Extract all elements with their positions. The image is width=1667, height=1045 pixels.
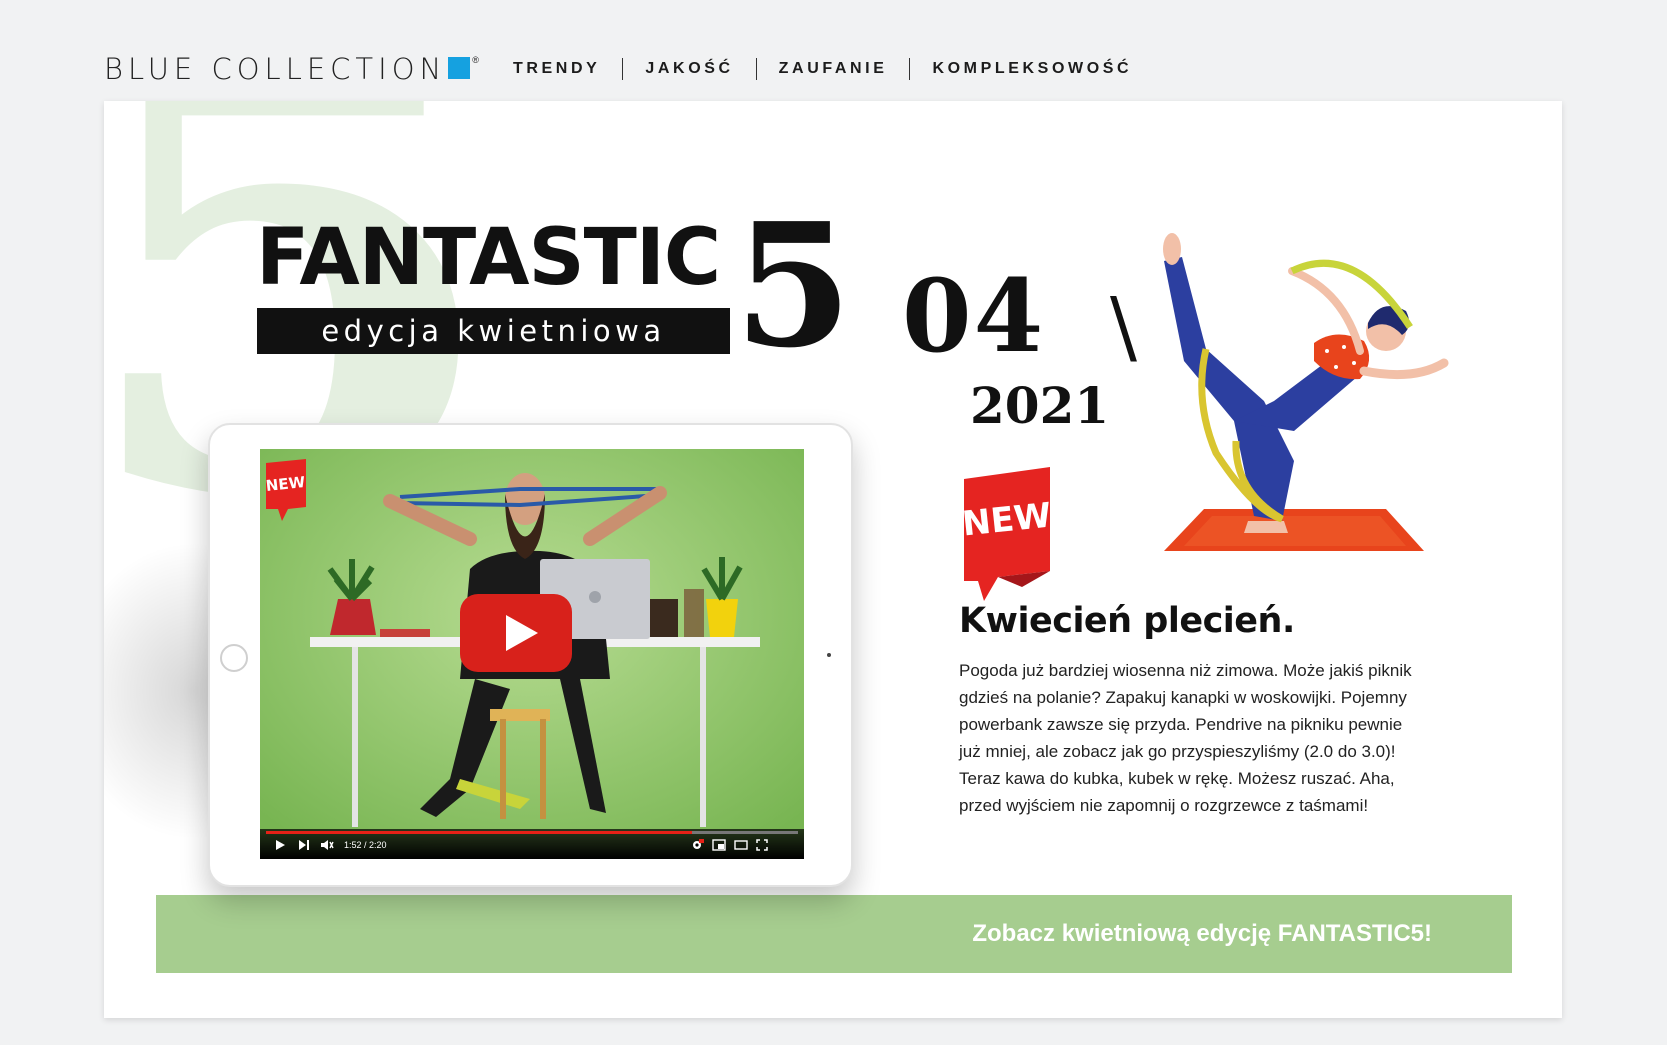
tablet-camera-dot bbox=[827, 653, 831, 657]
main-nav: TRENDY JAKOŚĆ ZAUFANIE KOMPLEKSOWOŚĆ bbox=[513, 58, 1132, 80]
cta-label: Zobacz kwietniową edycję FANTASTIC5! bbox=[972, 920, 1432, 947]
hero-headline: FANTASTIC bbox=[256, 213, 721, 303]
article-line: już mniej, ale zobacz jak go przyspieszy… bbox=[959, 742, 1396, 761]
nav-divider bbox=[755, 58, 757, 80]
article-line: Pogoda już bardziej wiosenna niż zimowa.… bbox=[959, 661, 1412, 680]
article-line: gdzieś na polanie? Zapakuj kanapki w wos… bbox=[959, 688, 1407, 707]
next-icon[interactable] bbox=[298, 839, 310, 851]
article-line: przed wyjściem nie zapomnij o rozgrzewce… bbox=[959, 796, 1369, 815]
cta-banner[interactable]: Zobacz kwietniową edycję FANTASTIC5! bbox=[156, 895, 1512, 973]
youtube-play-button[interactable] bbox=[460, 594, 572, 672]
new-badge: NEW bbox=[960, 467, 1064, 612]
brand-name: BLUE COLLECTION bbox=[104, 52, 447, 86]
theater-icon[interactable] bbox=[734, 839, 748, 851]
registered-mark: ® bbox=[472, 55, 479, 65]
hero-subtitle: edycja kwietniowa bbox=[257, 308, 730, 354]
article-title: Kwiecień plecień. bbox=[959, 601, 1295, 641]
play-icon[interactable] bbox=[274, 839, 286, 851]
video-time: 1:52 / 2:20 bbox=[344, 840, 387, 850]
mute-icon[interactable] bbox=[320, 839, 334, 851]
article-line: powerbank zawsze się przyda. Pendrive na… bbox=[959, 715, 1403, 734]
article-block: Kwiecień plecień. Pogoda już bardziej wi… bbox=[959, 601, 1479, 819]
brand-logo[interactable]: BLUE COLLECTION ® bbox=[104, 52, 479, 86]
logo-square-icon bbox=[448, 57, 471, 79]
tablet-home-button bbox=[220, 644, 248, 672]
hero-number: 5 bbox=[734, 186, 853, 386]
nav-divider bbox=[622, 58, 624, 80]
top-bar: BLUE COLLECTION ® TRENDY JAKOŚĆ ZAUFANIE… bbox=[0, 0, 1667, 100]
video-player[interactable]: NEW 1:52 / 2:20 bbox=[260, 449, 804, 859]
nav-item-kompleksowosc[interactable]: KOMPLEKSOWOŚĆ bbox=[932, 60, 1132, 78]
nav-item-zaufanie[interactable]: ZAUFANIE bbox=[779, 60, 888, 78]
article-line: Teraz kawa do kubka, kubek w rękę. Możes… bbox=[959, 769, 1395, 788]
miniplayer-icon[interactable] bbox=[712, 839, 726, 851]
yoga-illustration bbox=[1124, 231, 1464, 566]
nav-divider bbox=[909, 58, 911, 80]
video-progress-bar[interactable] bbox=[266, 831, 798, 834]
hero-card: 5 FANTASTIC edycja kwietniowa 5 04 \ 202… bbox=[104, 101, 1562, 1018]
settings-icon[interactable] bbox=[690, 839, 704, 851]
youtube-play-icon bbox=[460, 594, 572, 672]
nav-item-trendy[interactable]: TRENDY bbox=[513, 60, 600, 78]
video-progress-fill bbox=[266, 831, 692, 834]
fullscreen-icon[interactable] bbox=[756, 839, 768, 851]
nav-item-jakosc[interactable]: JAKOŚĆ bbox=[645, 60, 733, 78]
edition-month: 04 bbox=[902, 257, 1046, 375]
tablet-frame: NEW 1:52 / 2:20 bbox=[208, 423, 853, 887]
article-body: Pogoda już bardziej wiosenna niż zimowa.… bbox=[959, 657, 1479, 819]
video-controls: 1:52 / 2:20 bbox=[260, 829, 804, 859]
edition-year: 2021 bbox=[970, 376, 1110, 435]
